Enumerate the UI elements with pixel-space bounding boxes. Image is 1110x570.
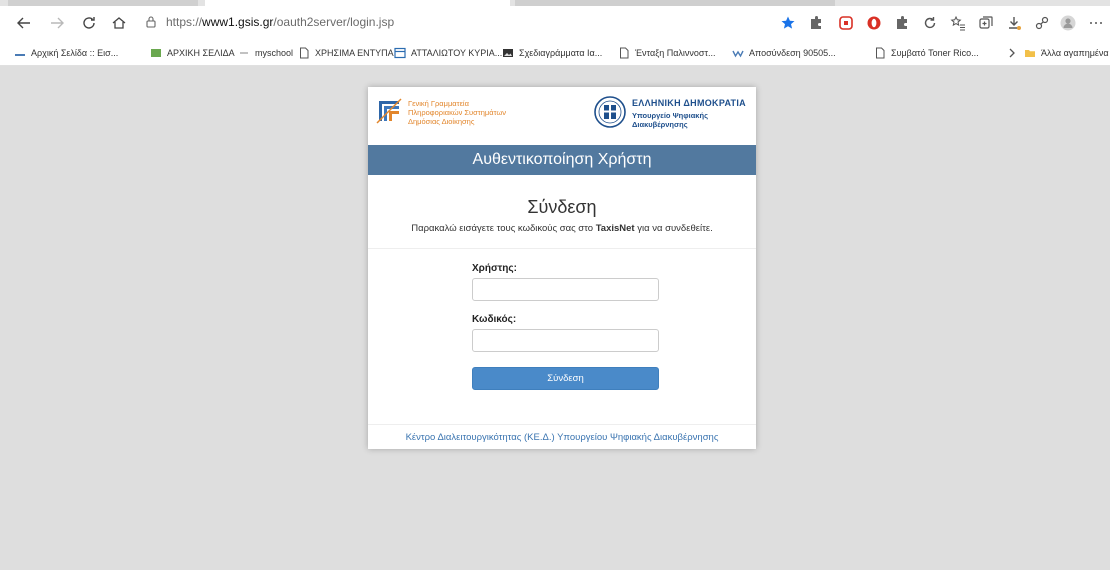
bookmark-item[interactable]: Σχεδιαγράμματα Ια... xyxy=(502,46,602,60)
back-icon[interactable] xyxy=(14,13,34,33)
bookmarks-bar: Αρχική Σελίδα :: Εισ... ΑΡΧΙΚΗ ΣΕΛΙΔΑ my… xyxy=(0,40,1110,66)
divider xyxy=(368,424,756,425)
greek-emblem-icon xyxy=(594,96,626,128)
bookmark-item[interactable]: ΑΡΧΙΚΗ ΣΕΛΙΔΑ xyxy=(150,46,235,60)
extension-puzzle-icon[interactable] xyxy=(894,15,910,31)
share-icon[interactable] xyxy=(1034,15,1050,31)
bookmark-item[interactable]: ΧΡΗΣΙΜΑ ΕΝΤΥΠΑ xyxy=(298,46,394,60)
bookmark-item[interactable]: Ένταξη Παλιννοστ... xyxy=(618,46,716,60)
bookmark-item[interactable]: Συμβατό Toner Rico... xyxy=(874,46,979,60)
username-input[interactable] xyxy=(472,278,659,301)
divider xyxy=(368,248,756,249)
card-header: Γενική Γραμματεία Πληροφοριακών Συστημάτ… xyxy=(368,87,756,145)
site-favicon-icon xyxy=(14,47,26,59)
password-label: Κωδικός: xyxy=(472,314,517,325)
image-icon xyxy=(502,47,514,59)
gsis-title: Γενική Γραμματεία Πληροφοριακών Συστημάτ… xyxy=(408,99,507,126)
site-favicon-icon xyxy=(150,47,162,59)
url-path: /oauth2server/login.jsp xyxy=(273,15,395,29)
browser-toolbar: https://www1.gsis.gr/oauth2server/login.… xyxy=(0,6,1110,40)
password-input[interactable] xyxy=(472,329,659,352)
extension-puzzle-icon[interactable] xyxy=(808,15,824,31)
gsis-logo-icon xyxy=(376,98,402,124)
lock-icon[interactable] xyxy=(144,15,158,29)
ministry-title: Υπουργείο Ψηφιακής Διακυβέρνησης xyxy=(632,111,708,129)
bookmark-item[interactable]: Αρχική Σελίδα :: Εισ... xyxy=(14,46,118,60)
login-instruction: Παρακαλώ εισάγετε τους κωδικούς σας στο … xyxy=(411,223,713,234)
favorites-list-icon[interactable] xyxy=(950,15,966,31)
home-icon[interactable] xyxy=(109,13,129,33)
bookmark-item[interactable]: Αποσύνδεση 90505... xyxy=(732,46,836,60)
site-favicon-icon xyxy=(238,47,250,59)
page-icon xyxy=(874,47,886,59)
address-bar[interactable]: https://www1.gsis.gr/oauth2server/login.… xyxy=(144,10,780,34)
collections-icon[interactable] xyxy=(978,15,994,31)
login-heading: Σύνδεση xyxy=(527,197,597,217)
username-label: Χρήστης: xyxy=(472,263,517,274)
taxisnet-brand: TaxisNet xyxy=(595,223,635,234)
downloads-icon[interactable] xyxy=(1006,15,1022,31)
url-scheme: https:// xyxy=(166,15,203,29)
profile-avatar-icon[interactable] xyxy=(1060,15,1076,31)
folder-icon xyxy=(1024,47,1036,59)
favorite-star-icon[interactable] xyxy=(780,15,796,31)
forward-icon[interactable] xyxy=(47,13,67,33)
page-icon xyxy=(298,47,310,59)
interoperability-center-link[interactable]: Κέντρο Διαλειτουργικότητας (ΚΕ.Δ.) Υπουρ… xyxy=(368,432,756,443)
refresh-extension-icon[interactable] xyxy=(922,15,938,31)
bookmark-item[interactable]: myschool xyxy=(238,46,293,60)
calendar-icon xyxy=(394,47,406,59)
more-menu-icon[interactable] xyxy=(1088,15,1104,31)
opera-icon[interactable] xyxy=(866,15,882,31)
greek-republic-title: ΕΛΛΗΝΙΚΗ ΔΗΜΟΚΡΑΤΙΑ xyxy=(632,98,746,108)
other-favorites-folder[interactable]: Άλλα αγαπημένα xyxy=(1024,46,1109,60)
authentication-banner: Αυθεντικοποίηση Χρήστη xyxy=(368,145,756,175)
extension-red-icon[interactable] xyxy=(838,15,854,31)
url-host: www1.gsis.gr xyxy=(202,15,274,29)
bookmarks-overflow-icon[interactable] xyxy=(1006,46,1018,60)
login-card: Γενική Γραμματεία Πληροφοριακών Συστημάτ… xyxy=(368,87,756,449)
page-icon xyxy=(618,47,630,59)
login-button[interactable]: Σύνδεση xyxy=(472,367,659,390)
site-favicon-icon xyxy=(732,47,744,59)
refresh-icon[interactable] xyxy=(79,13,99,33)
bookmark-item[interactable]: ΑΤΤΑΛΙΩΤΟΥ ΚΥΡΙΑ... xyxy=(394,46,502,60)
